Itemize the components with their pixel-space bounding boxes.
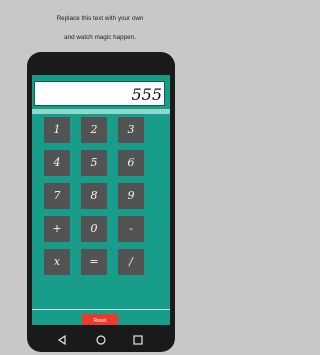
key-7-button[interactable]: 7	[44, 183, 70, 209]
key-6-button[interactable]: 6	[118, 150, 144, 176]
key-8-button[interactable]: 8	[81, 183, 107, 209]
calculator-screen: 555 1 2 3 4 5 6 7 8 9 + 0 - x = / Reset	[32, 75, 170, 325]
back-icon[interactable]	[57, 334, 66, 346]
display-divider	[32, 109, 170, 114]
reset-button[interactable]: Reset	[82, 314, 118, 325]
key-4-button[interactable]: 4	[44, 150, 70, 176]
instruction-text-line2: and watch magic happen.	[64, 34, 136, 41]
key-3-button[interactable]: 3	[118, 117, 144, 143]
equals-button[interactable]: =	[81, 249, 107, 275]
key-9-button[interactable]: 9	[118, 183, 144, 209]
instruction-text-line1: Replace this text with your own	[56, 15, 144, 22]
key-0-button[interactable]: 0	[81, 216, 107, 242]
plus-button[interactable]: +	[44, 216, 70, 242]
key-2-button[interactable]: 2	[81, 117, 107, 143]
recent-apps-icon[interactable]	[133, 335, 143, 345]
multiply-button[interactable]: x	[44, 249, 70, 275]
navigation-bar	[57, 334, 143, 346]
keypad-footer-line	[32, 309, 170, 310]
home-icon[interactable]	[96, 335, 106, 345]
key-1-button[interactable]: 1	[44, 117, 70, 143]
result-display: 555	[34, 81, 165, 106]
key-5-button[interactable]: 5	[81, 150, 107, 176]
divide-button[interactable]: /	[118, 249, 144, 275]
keypad: 1 2 3 4 5 6 7 8 9 + 0 - x = /	[44, 117, 158, 275]
minus-button[interactable]: -	[118, 216, 144, 242]
status-strip	[32, 75, 170, 80]
